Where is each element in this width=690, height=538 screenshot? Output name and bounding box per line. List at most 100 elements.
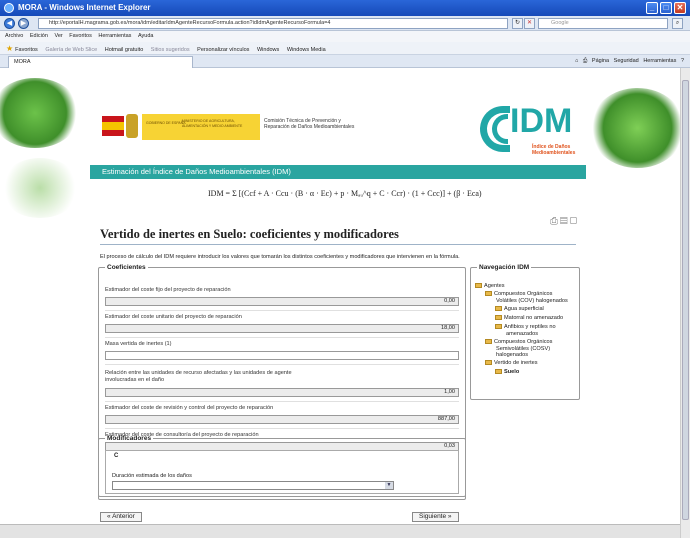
field-relacion-unidades[interactable]: 1,00 — [105, 388, 459, 397]
tool-herramientas[interactable]: Herramientas — [643, 58, 676, 64]
next-label: Siguiente — [419, 513, 447, 520]
tab-title: MORA — [14, 59, 31, 65]
vertical-scrollbar[interactable] — [680, 68, 690, 538]
decorative-plant-right — [590, 88, 680, 168]
menu-favoritos[interactable]: Favoritos — [69, 33, 92, 39]
folder-icon — [495, 306, 502, 311]
fav-item-hotmail[interactable]: Hotmail gratuito — [105, 47, 144, 53]
nav-item-cov-cont[interactable]: Volátiles (COV) halogenados — [496, 298, 568, 305]
fav-item-personalizar[interactable]: Personalizar vínculos — [197, 47, 249, 53]
nav-item-agentes[interactable]: Agentes — [475, 283, 505, 290]
close-window-button[interactable]: ✕ — [674, 2, 686, 14]
folder-icon — [485, 339, 492, 344]
modificador-c-label: C — [114, 453, 119, 459]
field-masa-vertida[interactable] — [105, 351, 459, 360]
nav-item-suelo[interactable]: Suelo — [495, 369, 519, 376]
field-coste-revision[interactable]: 887,00 — [105, 415, 459, 424]
coat-of-arms-logo — [126, 114, 138, 138]
url-input[interactable]: http://eportalH.magrama.gob.es/mora/idm/… — [38, 18, 508, 29]
tab-bar: MORA ⌂ ⎙ Página Seguridad Herramientas ? — [0, 55, 690, 68]
minimize-button[interactable]: _ — [646, 2, 658, 14]
nav-label: Volátiles (COV) halogenados — [496, 297, 568, 304]
chevron-down-icon[interactable]: ▼ — [385, 482, 393, 489]
coeficientes-legend: Coeficientes — [107, 264, 146, 271]
fav-item-sitios[interactable]: Sitios sugeridos — [151, 47, 190, 53]
search-icon[interactable]: ⌕ — [672, 18, 683, 29]
field-label-coste-fijo: Estimador del coste fijo del proyecto de… — [105, 287, 231, 293]
divider — [105, 310, 459, 311]
tab-mora[interactable]: MORA — [8, 56, 193, 68]
nav-item-matorral[interactable]: Matorral no amenazado — [495, 315, 563, 322]
status-bar — [0, 524, 680, 538]
tool-pagina[interactable]: Página — [592, 58, 609, 64]
decorative-plant-left-2 — [0, 158, 80, 218]
field-coste-unitario[interactable]: 18,00 — [105, 324, 459, 333]
divider — [105, 401, 459, 402]
nav-item-vertido-inertes[interactable]: Vertido de inertes — [485, 360, 538, 367]
page-title: Vertido de inertes en Suelo: coeficiente… — [100, 227, 399, 241]
modificadores-fieldset: Modificadores C Duración estimada de los… — [98, 435, 466, 497]
menu-edicion[interactable]: Edición — [30, 33, 48, 39]
menu-archivo[interactable]: Archivo — [5, 33, 23, 39]
nav-label: Matorral no amenazado — [504, 315, 564, 321]
maximize-button[interactable]: □ — [660, 2, 672, 14]
fav-item-windows-media[interactable]: Windows Media — [287, 47, 326, 53]
favorites-bar: ★ Favoritos Galería de Web Slice Hotmail … — [0, 42, 690, 55]
navegacion-fieldset: Navegación IDM Agentes Compuestos Orgáni… — [470, 264, 580, 400]
pdf-icon[interactable]: ▤ — [560, 216, 570, 227]
modificador-c-group: C Duración estimada de los daños ▼ — [105, 450, 459, 494]
nav-item-cosv-cont-2[interactable]: halogenados — [496, 352, 528, 359]
menu-herramientas[interactable]: Herramientas — [98, 33, 131, 39]
folder-icon — [475, 283, 482, 288]
menu-ver[interactable]: Ver — [54, 33, 62, 39]
next-button[interactable]: Siguiente » — [412, 512, 459, 522]
search-input[interactable]: Google — [538, 18, 668, 29]
tool-seguridad[interactable]: Seguridad — [614, 58, 639, 64]
favorites-label[interactable]: Favoritos — [15, 47, 38, 53]
print-icon[interactable]: ⎙ — [583, 58, 587, 64]
fav-item-web-slice[interactable]: Galería de Web Slice — [45, 47, 97, 53]
fav-item-windows[interactable]: Windows — [257, 47, 279, 53]
field-label-coste-unitario: Estimador del coste unitario del proyect… — [105, 314, 242, 320]
field-label-relacion-unidades: Relación entre las unidades de recurso a… — [105, 370, 292, 383]
menu-ayuda[interactable]: Ayuda — [138, 33, 154, 39]
back-icon[interactable]: ◀ — [4, 18, 15, 29]
help-icon[interactable]: ? — [681, 58, 684, 64]
idm-formula: IDM = Σ [(Ccf + A · Ccu · (B · α · Ec) +… — [208, 189, 482, 198]
navegacion-legend: Navegación IDM — [479, 264, 530, 271]
document-icon[interactable]: ▢ — [570, 216, 580, 227]
section-bar: Estimación del Índice de Daños Medioambi… — [90, 165, 586, 179]
field-label-masa-vertida: Masa vertida de inertes (1) — [105, 341, 172, 347]
gov-text: GOBIERNO DE ESPAÑA — [146, 121, 186, 125]
nav-label: Suelo — [504, 369, 520, 375]
folder-icon — [495, 315, 502, 320]
ministry-text: MINISTERIO DE AGRICULTURA, ALIMENTACIÓN … — [182, 119, 243, 128]
nav-label: Semivolátiles (COSV) — [496, 345, 551, 352]
nav-item-agua-superficial[interactable]: Agua superficial — [495, 306, 544, 313]
ministry-logo: GOBIERNO DE ESPAÑA MINISTERIO DE AGRICUL… — [142, 114, 260, 140]
window-title: MORA - Windows Internet Explorer — [18, 3, 151, 12]
printer-icon[interactable]: ⎙ — [550, 216, 560, 227]
menu-bar: Archivo Edición Ver Favoritos Herramient… — [0, 31, 690, 42]
stop-icon[interactable]: ✕ — [524, 18, 535, 29]
favorites-star-icon[interactable]: ★ — [6, 44, 13, 53]
forward-icon[interactable]: ▶ — [18, 18, 29, 29]
comision-text: Comisión Técnica de Prevención y Reparac… — [264, 118, 355, 130]
spain-flag-logo — [102, 116, 124, 136]
duracion-select[interactable]: ▼ — [112, 481, 394, 490]
idm-subtitle: Índice de Daños Medioambientales — [532, 144, 576, 156]
header: GOBIERNO DE ESPAÑA MINISTERIO DE AGRICUL… — [90, 68, 586, 164]
nav-label: halogenados — [496, 352, 529, 358]
refresh-icon[interactable]: ↻ — [512, 18, 523, 29]
nav-label: amenazados — [506, 330, 539, 337]
print-tools: ⎙▤▢ — [550, 216, 579, 227]
decorative-plant-left — [0, 78, 80, 148]
folder-icon — [485, 291, 492, 296]
scrollbar-thumb[interactable] — [682, 80, 689, 520]
idm-logo: IDM Índice de Daños Medioambientales — [480, 102, 580, 158]
previous-button[interactable]: « Anterior — [100, 512, 142, 522]
home-icon[interactable]: ⌂ — [575, 58, 578, 64]
field-coste-fijo[interactable]: 0,00 — [105, 297, 459, 306]
nav-label: Anfibios y reptiles no — [504, 324, 556, 330]
nav-item-anfibios-cont[interactable]: amenazados — [506, 331, 538, 338]
